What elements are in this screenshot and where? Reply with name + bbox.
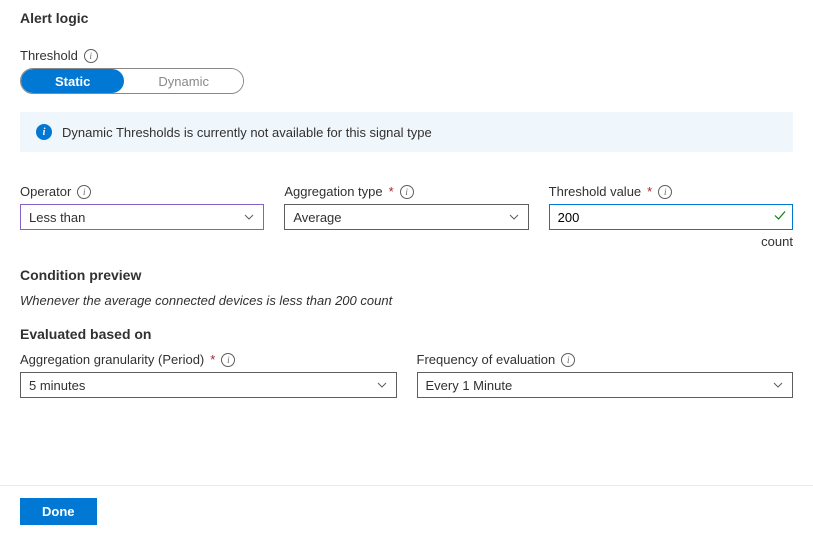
frequency-value: Every 1 Minute [426, 378, 513, 393]
info-icon[interactable]: i [77, 185, 91, 199]
threshold-value-input[interactable] [549, 204, 793, 230]
done-button[interactable]: Done [20, 498, 97, 525]
operator-value: Less than [29, 210, 85, 225]
aggregation-type-value: Average [293, 210, 341, 225]
threshold-dynamic-pill[interactable]: Dynamic [124, 69, 243, 93]
check-icon [773, 209, 787, 226]
granularity-value: 5 minutes [29, 378, 85, 393]
granularity-select[interactable]: 5 minutes [20, 372, 397, 398]
operator-label: Operator i [20, 184, 264, 199]
info-icon: i [36, 124, 52, 140]
info-icon[interactable]: i [221, 353, 235, 367]
operator-label-text: Operator [20, 184, 71, 199]
frequency-label-text: Frequency of evaluation [417, 352, 556, 367]
required-indicator: * [389, 184, 394, 199]
chevron-down-icon [243, 211, 255, 223]
condition-preview-title: Condition preview [20, 267, 793, 283]
granularity-label-text: Aggregation granularity (Period) [20, 352, 204, 367]
info-icon[interactable]: i [84, 49, 98, 63]
threshold-label-text: Threshold [20, 48, 78, 63]
chevron-down-icon [772, 379, 784, 391]
threshold-value-label-text: Threshold value [549, 184, 642, 199]
operator-select[interactable]: Less than [20, 204, 264, 230]
frequency-select[interactable]: Every 1 Minute [417, 372, 794, 398]
info-banner-text: Dynamic Thresholds is currently not avai… [62, 125, 432, 140]
info-icon[interactable]: i [400, 185, 414, 199]
threshold-static-pill[interactable]: Static [21, 69, 124, 93]
footer: Done [0, 485, 813, 537]
aggregation-type-select[interactable]: Average [284, 204, 528, 230]
info-icon[interactable]: i [658, 185, 672, 199]
chevron-down-icon [376, 379, 388, 391]
required-indicator: * [210, 352, 215, 367]
evaluated-title: Evaluated based on [20, 326, 793, 342]
threshold-value-label: Threshold value * i [549, 184, 793, 199]
info-banner: i Dynamic Thresholds is currently not av… [20, 112, 793, 152]
threshold-toggle: Static Dynamic [20, 68, 244, 94]
frequency-label: Frequency of evaluation i [417, 352, 794, 367]
info-icon[interactable]: i [561, 353, 575, 367]
threshold-label: Threshold i [20, 48, 793, 63]
chevron-down-icon [508, 211, 520, 223]
condition-preview-text: Whenever the average connected devices i… [20, 293, 793, 308]
page-title: Alert logic [20, 10, 793, 26]
granularity-label: Aggregation granularity (Period) * i [20, 352, 397, 367]
aggregation-type-label: Aggregation type * i [284, 184, 528, 199]
required-indicator: * [647, 184, 652, 199]
threshold-value-unit: count [549, 234, 793, 249]
aggregation-type-label-text: Aggregation type [284, 184, 382, 199]
